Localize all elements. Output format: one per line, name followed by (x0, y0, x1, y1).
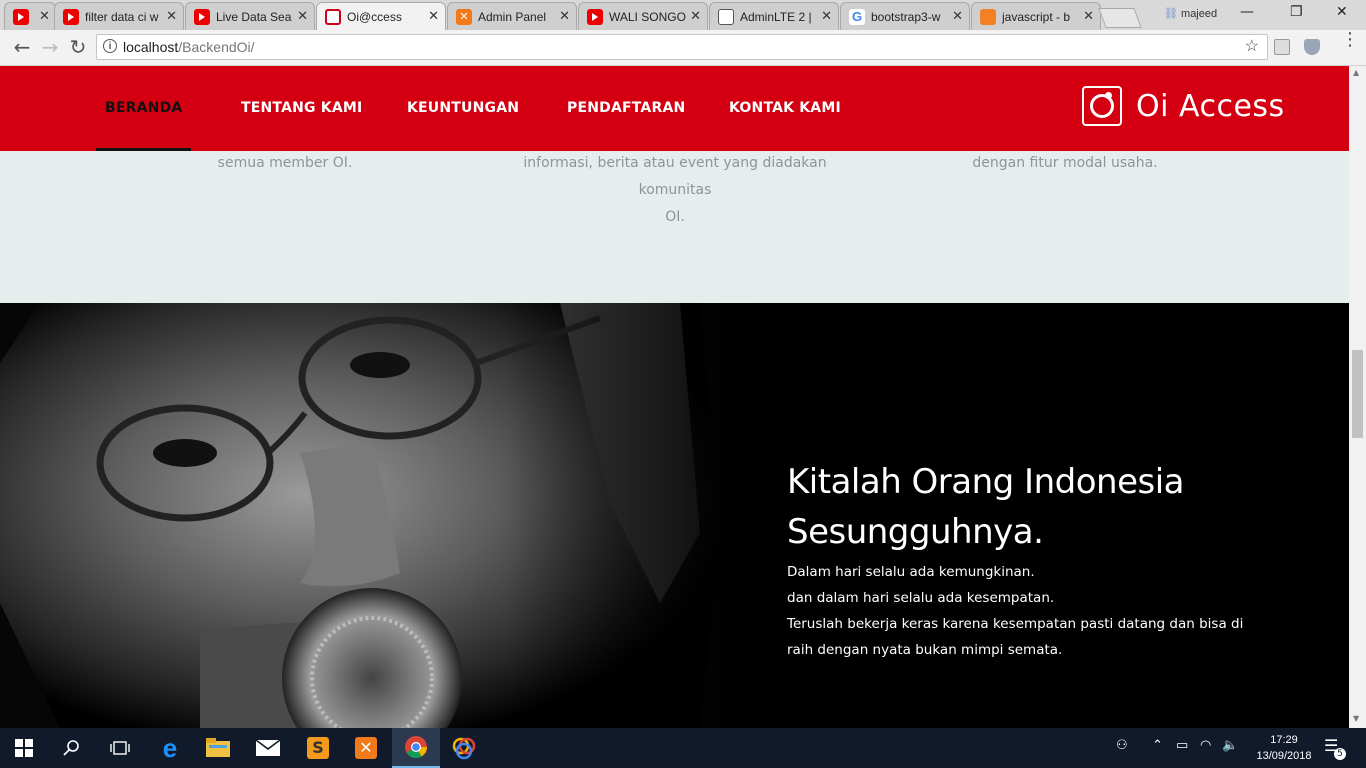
task-view-icon[interactable] (96, 728, 144, 768)
page-viewport: BERANDA TENTANG KAMI KEUNTUNGAN PENDAFTA… (0, 66, 1349, 728)
xampp-icon[interactable]: ✕ (342, 728, 390, 768)
youtube-icon (194, 8, 210, 25)
google-icon: G (849, 8, 865, 25)
close-tab-icon[interactable]: ✕ (952, 9, 963, 24)
profile-icon: ⛓ (1164, 8, 1182, 20)
feature-text-2: informasi, berita atau event yang diadak… (523, 155, 827, 225)
nav-item-beranda[interactable]: BERANDA (95, 100, 192, 151)
youtube-icon (63, 8, 79, 25)
close-tab-icon[interactable]: ✕ (297, 9, 308, 24)
close-tab-icon[interactable]: ✕ (821, 9, 832, 24)
feature-text-1: semua member OI. (217, 155, 353, 171)
site-navbar: BERANDA TENTANG KAMI KEUNTUNGAN PENDAFTA… (0, 66, 1349, 151)
reload-icon[interactable]: ↻ (66, 35, 90, 59)
browser-tab-4[interactable]: ✕ Admin Panel ✕ (447, 2, 577, 30)
browser-tab-7[interactable]: G bootstrap3-w ✕ (840, 2, 970, 30)
brand-name: Oi Access (1136, 88, 1285, 124)
nav-item-keuntungan[interactable]: KEUNTUNGAN (407, 100, 519, 116)
hero-text: Dalam hari selalu ada kemungkinan. dan d… (787, 564, 1244, 658)
nav-item-tentang-kami[interactable]: TENTANG KAMI (241, 100, 362, 116)
scroll-up-arrow-icon[interactable]: ▲ (1353, 68, 1359, 77)
close-tab-icon[interactable]: ✕ (690, 9, 701, 24)
search-icon[interactable] (48, 728, 96, 768)
youtube-icon (13, 8, 29, 25)
browser-tab-1[interactable]: filter data ci w ✕ (54, 2, 184, 30)
info-icon[interactable]: i (103, 39, 117, 53)
browser-tab-strip: ✕ filter data ci w ✕ Live Data Sea ✕ Oi@… (0, 0, 1366, 30)
show-hidden-icons-chevron-icon[interactable]: ⌃ (1152, 738, 1163, 753)
tab-title: AdminLTE 2 | (740, 9, 812, 24)
minimize-window-icon[interactable]: — (1240, 4, 1254, 20)
oi-icon (325, 8, 341, 25)
brand-logo-link[interactable]: Oi Access (1082, 86, 1285, 126)
people-icon[interactable]: ⚇ (1116, 738, 1128, 753)
sublime-text-icon[interactable]: S (294, 728, 342, 768)
hero-photo (0, 303, 780, 728)
taskbar-clock[interactable]: 17:29 13/09/2018 (1244, 732, 1324, 764)
nav-item-pendaftaran[interactable]: PENDAFTARAN (567, 100, 685, 116)
browser-tab-3[interactable]: Oi@ccess ✕ (316, 2, 446, 30)
tab-title: bootstrap3-w (871, 9, 941, 24)
chrome-icon[interactable] (392, 728, 440, 768)
wifi-icon[interactable]: ◠ (1200, 738, 1211, 753)
oi-logo-icon (1082, 86, 1122, 126)
browser-tab-8[interactable]: javascript - b ✕ (971, 2, 1101, 30)
page-scrollbar[interactable]: ▲ ▼ (1349, 66, 1366, 728)
browser-tab-6[interactable]: AdminLTE 2 | ✕ (709, 2, 839, 30)
nav-item-kontak-kami[interactable]: KONTAK KAMI (729, 100, 841, 116)
close-tab-icon[interactable]: ✕ (39, 9, 50, 24)
address-bar[interactable]: i localhost/BackendOi/ ☆ (96, 34, 1268, 60)
tab-title: javascript - b (1002, 9, 1071, 24)
stackoverflow-icon (980, 8, 996, 25)
forward-arrow-icon[interactable]: → (38, 35, 62, 59)
tab-title: WALI SONGO (609, 9, 686, 24)
restore-window-icon[interactable]: ❐ (1290, 4, 1303, 20)
windows-taskbar: e S ✕ ⚇ ⌃ ▭ ◠ 🔈 17:29 13/09/2018 ☰ 5 (0, 728, 1366, 768)
scrollbar-thumb[interactable] (1352, 350, 1363, 438)
hero-title: Kitalah Orang Indonesia Sesungguhnya. (787, 461, 1184, 552)
scroll-down-arrow-icon[interactable]: ▼ (1353, 714, 1359, 723)
shield-extension-icon[interactable] (1304, 39, 1320, 55)
extension-icon[interactable] (1274, 39, 1290, 55)
profile-name[interactable]: ⛓ majeed (1164, 7, 1217, 20)
tab-title: filter data ci w (85, 9, 159, 24)
mail-icon[interactable] (244, 728, 292, 768)
document-icon (718, 8, 734, 25)
app-icon[interactable] (440, 728, 488, 768)
file-explorer-icon[interactable] (194, 728, 242, 768)
xampp-icon: ✕ (456, 8, 472, 25)
back-arrow-icon[interactable]: ← (10, 35, 34, 59)
new-tab-button[interactable] (1098, 8, 1142, 28)
bookmark-star-icon[interactable]: ☆ (1245, 35, 1259, 59)
hero-section: Kitalah Orang Indonesia Sesungguhnya. Dal… (0, 303, 1349, 728)
close-tab-icon[interactable]: ✕ (166, 9, 177, 24)
youtube-icon (587, 8, 603, 25)
browser-menu-icon[interactable]: ⋮ (1341, 31, 1359, 49)
browser-tab-0[interactable]: ✕ (4, 2, 56, 30)
edge-browser-icon[interactable]: e (146, 728, 194, 768)
volume-icon[interactable]: 🔈 (1222, 738, 1238, 753)
tab-title: Admin Panel (478, 9, 547, 24)
tab-title: Live Data Sea (216, 9, 292, 24)
close-window-icon[interactable]: ✕ (1336, 4, 1348, 20)
windows-start-icon[interactable] (0, 728, 48, 768)
feature-text-3: dengan fitur modal usaha. (972, 155, 1158, 171)
close-tab-icon[interactable]: ✕ (1083, 9, 1094, 24)
browser-tab-5[interactable]: WALI SONGO ✕ (578, 2, 708, 30)
url-text: localhost/BackendOi/ (123, 39, 255, 55)
close-tab-icon[interactable]: ✕ (428, 9, 439, 24)
battery-icon[interactable]: ▭ (1176, 738, 1188, 753)
notification-count-badge: 5 (1334, 748, 1346, 760)
close-tab-icon[interactable]: ✕ (559, 9, 570, 24)
tab-title: Oi@ccess (347, 9, 402, 24)
browser-tab-2[interactable]: Live Data Sea ✕ (185, 2, 315, 30)
browser-toolbar: ← → ↻ i localhost/BackendOi/ ☆ ⋮ (0, 30, 1366, 66)
